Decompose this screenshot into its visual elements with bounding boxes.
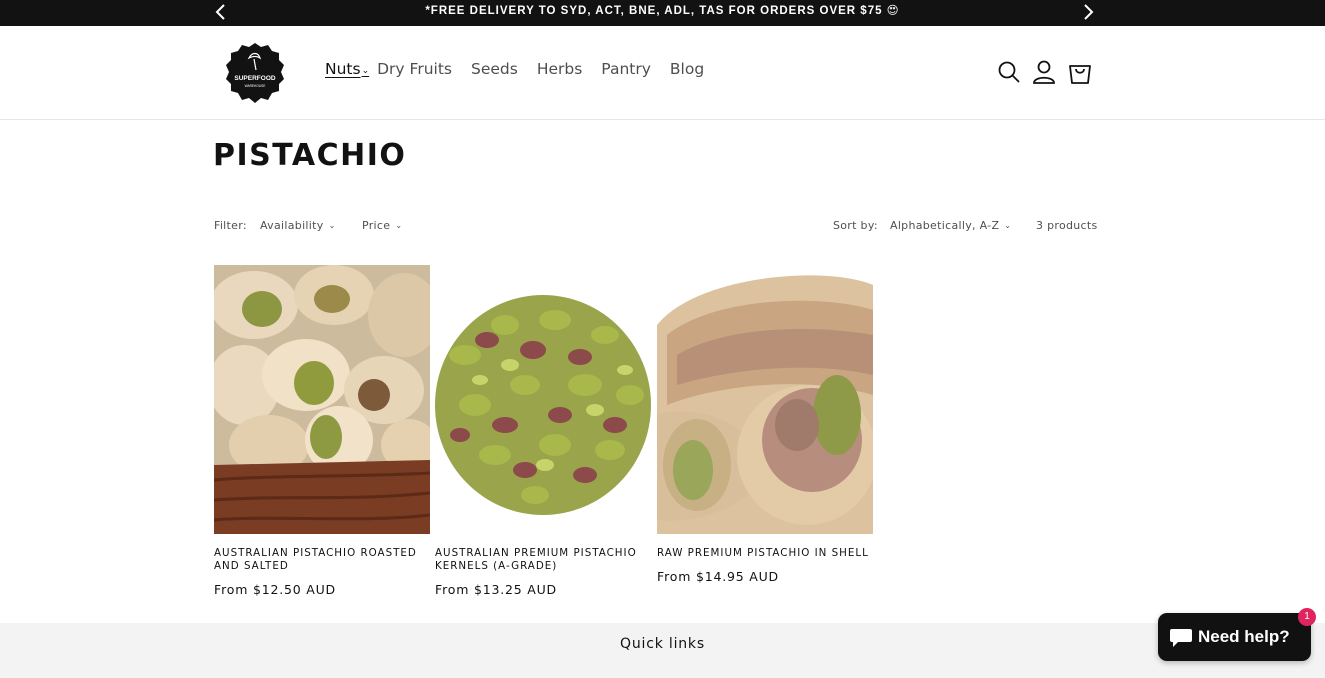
main-nav: Nuts ⌄ Dry Fruits Seeds Herbs Pantry Blog <box>325 60 723 78</box>
logo-text: SUPERFOOD <box>234 75 275 82</box>
nav-item-label: Nuts <box>325 60 361 78</box>
product-price: From $12.50 AUD <box>214 582 336 597</box>
sort-value: Alphabetically, A-Z <box>890 219 1000 232</box>
product-price: From $14.95 AUD <box>657 569 779 584</box>
chevron-down-icon: ⌄ <box>395 221 403 230</box>
product-image[interactable] <box>657 265 873 534</box>
product-card[interactable]: AUSTRALIAN PREMIUM PISTACHIO KERNELS (A-… <box>435 265 651 597</box>
sort-label: Sort by: <box>833 219 878 232</box>
nav-item-dry-fruits[interactable]: Dry Fruits <box>377 60 452 78</box>
account-icon[interactable] <box>1032 59 1056 85</box>
product-count: 3 products <box>1036 219 1098 232</box>
nav-item-blog[interactable]: Blog <box>670 60 704 78</box>
filter-label: Filter: <box>214 219 247 232</box>
chevron-down-icon: ⌄ <box>361 66 370 76</box>
quick-links-title: Quick links <box>620 636 705 652</box>
site-header: SUPERFOOD WAREHOUSE Nuts ⌄ Dry Fruits See… <box>0 26 1325 120</box>
product-image[interactable] <box>214 265 430 534</box>
notification-badge: 1 <box>1298 608 1316 626</box>
nav-item-nuts[interactable]: Nuts ⌄ <box>325 60 369 78</box>
chat-bubble-icon <box>1170 629 1192 647</box>
product-title[interactable]: AUSTRALIAN PISTACHIO ROASTED AND SALTED <box>214 547 430 573</box>
product-card[interactable]: AUSTRALIAN PISTACHIO ROASTED AND SALTED … <box>214 265 430 597</box>
chevron-down-icon: ⌄ <box>328 221 336 230</box>
price-filter[interactable]: Price ⌄ <box>362 219 402 232</box>
nav-item-seeds[interactable]: Seeds <box>471 60 518 78</box>
product-title[interactable]: AUSTRALIAN PREMIUM PISTACHIO KERNELS (A-… <box>435 547 651 573</box>
logo[interactable]: SUPERFOOD WAREHOUSE <box>224 42 286 104</box>
filter-bar: Filter: Availability ⌄ Price ⌄ Sort by: Al… <box>214 219 1097 237</box>
price-filter-label: Price <box>362 219 391 232</box>
sort-select[interactable]: Alphabetically, A-Z ⌄ <box>890 219 1011 232</box>
chevron-right-icon[interactable] <box>1078 2 1098 22</box>
footer: Quick links <box>0 623 1325 678</box>
nav-item-pantry[interactable]: Pantry <box>601 60 651 78</box>
product-title[interactable]: RAW PREMIUM PISTACHIO IN SHELL <box>657 547 873 560</box>
announcement-bar: *FREE DELIVERY TO SYD, ACT, BNE, ADL, TA… <box>0 0 1325 26</box>
availability-filter-label: Availability <box>260 219 324 232</box>
product-card[interactable]: RAW PREMIUM PISTACHIO IN SHELL From $14.… <box>657 265 873 584</box>
chat-label: Need help? <box>1198 627 1290 646</box>
product-image[interactable] <box>435 265 651 534</box>
cart-icon[interactable] <box>1068 59 1092 85</box>
chat-button[interactable]: Need help? 1 <box>1158 608 1316 661</box>
logo-subtext: WAREHOUSE <box>245 84 266 88</box>
nav-item-herbs[interactable]: Herbs <box>537 60 582 78</box>
announcement-text: *FREE DELIVERY TO SYD, ACT, BNE, ADL, TA… <box>425 5 900 17</box>
availability-filter[interactable]: Availability ⌄ <box>260 219 336 232</box>
search-icon[interactable] <box>997 59 1021 85</box>
product-price: From $13.25 AUD <box>435 582 557 597</box>
chevron-down-icon: ⌄ <box>1004 221 1012 230</box>
page-title: PISTACHIO <box>213 138 407 173</box>
